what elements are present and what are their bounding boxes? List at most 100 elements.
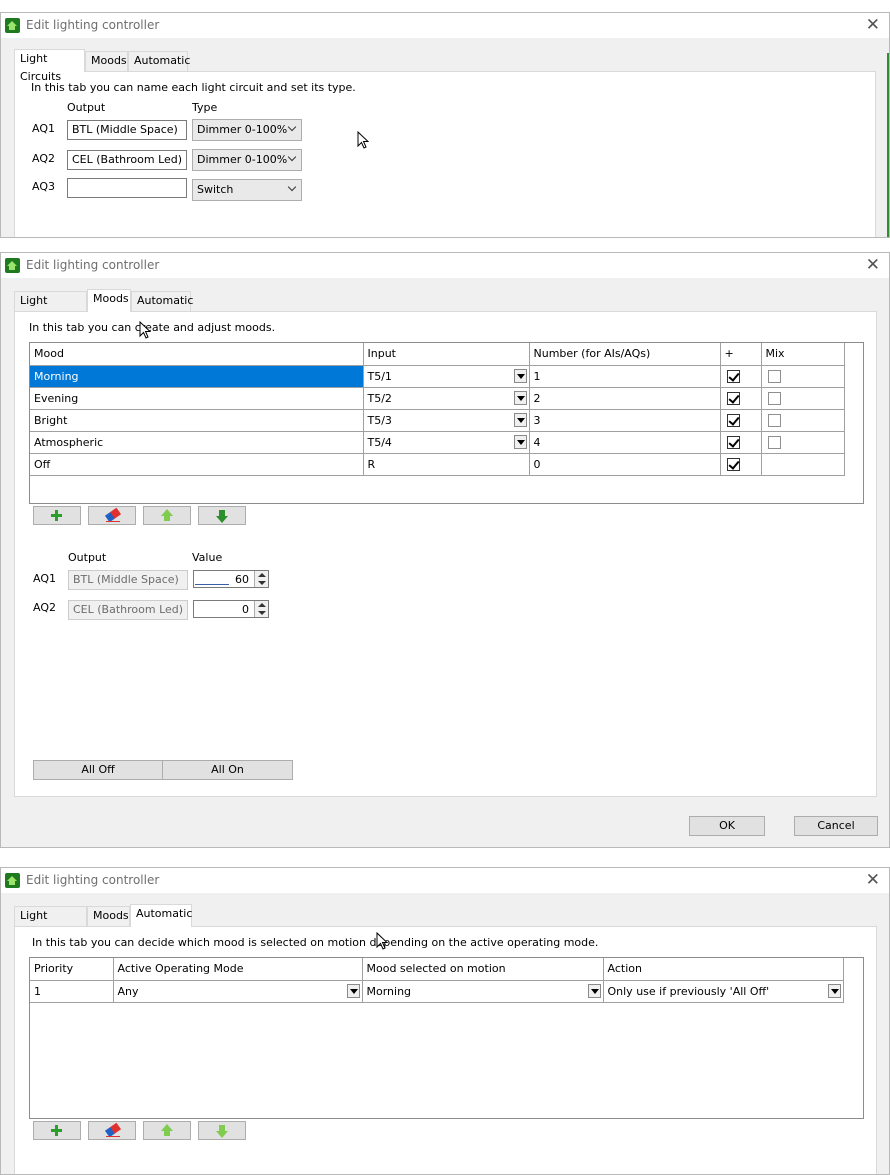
number-cell[interactable]: 4 xyxy=(529,431,721,454)
column-header-input[interactable]: Input xyxy=(363,343,530,366)
aq2-value: 0 xyxy=(242,603,249,616)
all-off-button[interactable]: All Off xyxy=(33,760,163,780)
mix-checkbox[interactable] xyxy=(767,391,781,405)
dropdown-arrow-icon[interactable] xyxy=(346,983,360,998)
tab-moods[interactable]: Moods xyxy=(87,906,130,926)
column-header-action[interactable]: Action xyxy=(603,958,844,981)
plus-icon xyxy=(51,1125,62,1136)
delete-rule-button[interactable] xyxy=(88,1121,136,1140)
mix-cell xyxy=(761,387,845,410)
delete-mood-button[interactable] xyxy=(88,506,136,525)
all-on-button[interactable]: All On xyxy=(162,760,293,780)
table-row[interactable]: Morning T5/1 1 xyxy=(30,365,845,388)
output-header: Output xyxy=(68,551,107,564)
tab-light-circuits[interactable]: Light Circuits xyxy=(14,49,85,83)
plus-checkbox[interactable] xyxy=(726,369,740,383)
aq2-label: AQ2 xyxy=(33,601,56,614)
dropdown-arrow-icon[interactable] xyxy=(513,368,527,383)
aq2-type-select[interactable]: Dimmer 0-100% xyxy=(192,149,302,171)
plus-checkbox[interactable] xyxy=(726,413,740,427)
column-header-plus[interactable]: + xyxy=(720,343,762,366)
automatic-table[interactable]: Priority Active Operating Mode Mood sele… xyxy=(29,957,864,1119)
tab-light-circuits[interactable]: Light Circuits xyxy=(14,906,87,940)
aq2-value-spinner[interactable]: 0 xyxy=(193,600,269,618)
move-down-button[interactable] xyxy=(198,1121,246,1140)
number-cell[interactable]: 1 xyxy=(529,365,721,388)
move-up-button[interactable] xyxy=(143,1121,191,1140)
table-row[interactable]: 1 Any Morning Only use if previously 'Al… xyxy=(30,980,844,1003)
number-cell[interactable]: 2 xyxy=(529,387,721,410)
title-bar[interactable]: Edit lighting controller ✕ xyxy=(1,253,889,278)
input-cell[interactable]: T5/3 xyxy=(363,409,530,432)
mood-cell[interactable]: Bright xyxy=(30,409,364,432)
input-cell[interactable]: T5/2 xyxy=(363,387,530,410)
plus-checkbox[interactable] xyxy=(726,435,740,449)
aq1-value-spinner[interactable]: 60 xyxy=(193,570,269,588)
dropdown-arrow-icon[interactable] xyxy=(587,983,601,998)
aq1-type-select[interactable]: Dimmer 0-100% xyxy=(192,119,302,141)
mix-checkbox[interactable] xyxy=(767,413,781,427)
tab-moods[interactable]: Moods xyxy=(87,289,131,312)
aq1-output-field[interactable]: BTL (Middle Space) xyxy=(67,120,187,140)
dropdown-arrow-icon[interactable] xyxy=(513,434,527,449)
plus-cell xyxy=(720,365,762,388)
mix-checkbox[interactable] xyxy=(767,369,781,383)
add-rule-button[interactable] xyxy=(33,1121,81,1140)
close-icon[interactable]: ✕ xyxy=(866,15,880,35)
table-header-row: Mood Input Number (for AIs/AQs) + Mix xyxy=(30,343,845,366)
dropdown-arrow-icon[interactable] xyxy=(513,390,527,405)
mood-cell[interactable]: Morning xyxy=(30,365,364,388)
ok-button[interactable]: OK xyxy=(689,816,765,836)
moods-table[interactable]: Mood Input Number (for AIs/AQs) + Mix Mo… xyxy=(29,342,864,504)
input-cell[interactable]: R xyxy=(363,453,530,476)
arrow-up-icon xyxy=(161,1124,173,1137)
dropdown-arrow-icon[interactable] xyxy=(827,983,841,998)
aq3-type-select[interactable]: Switch xyxy=(192,179,302,201)
move-down-button[interactable] xyxy=(198,506,246,525)
plus-checkbox[interactable] xyxy=(726,391,740,405)
title-bar[interactable]: Edit lighting controller ✕ xyxy=(1,13,889,38)
mood-cell[interactable]: Atmospheric xyxy=(30,431,364,454)
close-icon[interactable]: ✕ xyxy=(866,255,880,275)
add-mood-button[interactable] xyxy=(33,506,81,525)
table-row[interactable]: Off R 0 xyxy=(30,453,845,476)
column-header-mood-on-motion[interactable]: Mood selected on motion xyxy=(362,958,604,981)
column-header-number[interactable]: Number (for AIs/AQs) xyxy=(529,343,721,366)
spinner-arrows-icon[interactable] xyxy=(254,601,268,617)
tab-light-circuits[interactable]: Light Circuits xyxy=(14,291,87,325)
mix-checkbox[interactable] xyxy=(767,435,781,449)
aq2-output-field[interactable]: CEL (Bathroom Led) xyxy=(67,150,187,170)
operating-mode-cell[interactable]: Any xyxy=(113,980,363,1003)
window-edge xyxy=(887,53,889,237)
plus-checkbox[interactable] xyxy=(726,457,740,471)
dropdown-arrow-icon[interactable] xyxy=(513,412,527,427)
input-cell[interactable]: T5/4 xyxy=(363,431,530,454)
tab-automatic[interactable]: Automatic xyxy=(131,291,193,311)
column-header-mood[interactable]: Mood xyxy=(30,343,364,366)
move-up-button[interactable] xyxy=(143,506,191,525)
table-row[interactable]: Evening T5/2 2 xyxy=(30,387,845,410)
automatic-panel: In this tab you can decide which mood is… xyxy=(14,926,877,1174)
column-header-priority[interactable]: Priority xyxy=(30,958,114,981)
number-cell[interactable]: 3 xyxy=(529,409,721,432)
column-header-operating-mode[interactable]: Active Operating Mode xyxy=(113,958,363,981)
tab-automatic[interactable]: Automatic xyxy=(130,904,192,927)
table-row[interactable]: Bright T5/3 3 xyxy=(30,409,845,432)
priority-cell[interactable]: 1 xyxy=(30,980,114,1003)
title-bar[interactable]: Edit lighting controller ✕ xyxy=(1,868,889,893)
close-icon[interactable]: ✕ xyxy=(866,870,880,890)
table-row[interactable]: Atmospheric T5/4 4 xyxy=(30,431,845,454)
tab-moods[interactable]: Moods xyxy=(85,51,128,71)
mood-cell[interactable]: Off xyxy=(30,453,364,476)
lighting-controller-app-icon xyxy=(5,258,20,273)
aq3-output-field[interactable] xyxy=(67,178,187,198)
tab-automatic[interactable]: Automatic xyxy=(128,51,190,71)
column-header-mix[interactable]: Mix xyxy=(761,343,845,366)
mood-on-motion-cell[interactable]: Morning xyxy=(362,980,604,1003)
action-cell[interactable]: Only use if previously 'All Off' xyxy=(603,980,844,1003)
mood-cell[interactable]: Evening xyxy=(30,387,364,410)
spinner-arrows-icon[interactable] xyxy=(254,571,268,587)
cancel-button[interactable]: Cancel xyxy=(794,816,878,836)
number-cell[interactable]: 0 xyxy=(529,453,721,476)
input-cell[interactable]: T5/1 xyxy=(363,365,530,388)
